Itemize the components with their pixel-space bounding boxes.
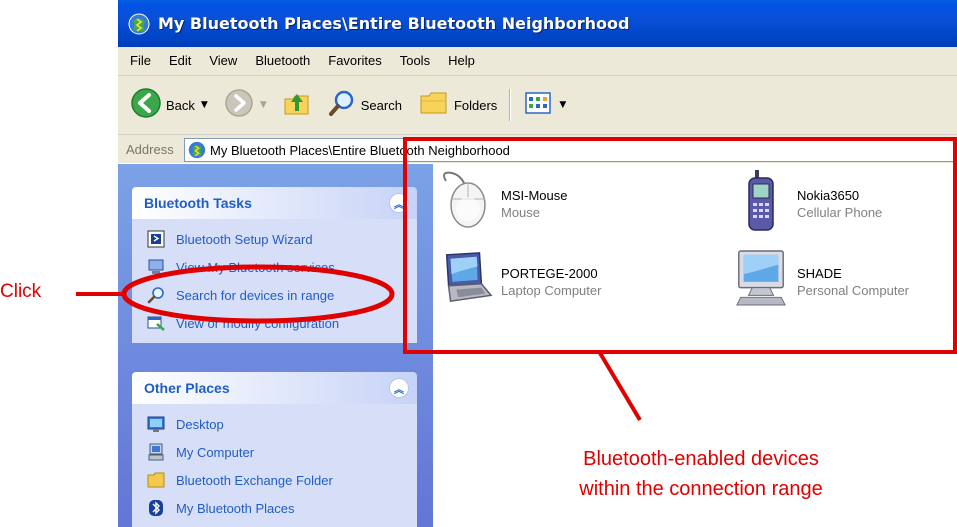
task-label: My Computer [176, 444, 255, 460]
other-places-header[interactable]: Other Places ︽ [132, 372, 417, 404]
forward-button[interactable]: ▼ [220, 85, 271, 125]
device-item[interactable]: SHADE Personal Computer [733, 246, 957, 316]
device-name: Nokia3650 [797, 188, 860, 203]
device-type: Mouse [501, 205, 541, 220]
mouse-icon [437, 168, 493, 232]
device-type: Personal Computer [797, 283, 909, 298]
menu-file[interactable]: File [118, 47, 160, 75]
back-arrow-icon [130, 87, 162, 123]
folder-icon [146, 470, 166, 490]
task-label: View or modify configuration [176, 315, 340, 331]
laptop-icon [437, 246, 493, 310]
device-item[interactable]: MSI-Mouse Mouse [437, 168, 677, 238]
task-view-modify-configuration[interactable]: View or modify configuration [132, 309, 417, 337]
place-my-bluetooth-places[interactable]: My Bluetooth Places [132, 494, 417, 522]
device-item[interactable]: Nokia3650 Cellular Phone [733, 168, 957, 238]
device-type: Laptop Computer [501, 283, 602, 298]
toolbar-separator [509, 89, 512, 121]
magnifier-icon [146, 285, 166, 305]
address-field[interactable]: My Bluetooth Places\Entire Bluetooth Nei… [184, 138, 957, 162]
place-bluetooth-exchange-folder[interactable]: Bluetooth Exchange Folder [132, 466, 417, 494]
menu-bluetooth[interactable]: Bluetooth [246, 47, 319, 75]
menu-edit[interactable]: Edit [160, 47, 200, 75]
task-label: Bluetooth Exchange Folder [176, 472, 333, 488]
device-name: MSI-Mouse [501, 188, 568, 203]
task-bluetooth-setup-wizard[interactable]: Bluetooth Setup Wizard [132, 225, 417, 253]
device-name: SHADE [797, 266, 842, 281]
window-title: My Bluetooth Places\Entire Bluetooth Nei… [158, 14, 630, 33]
bluetooth-tasks-header[interactable]: Bluetooth Tasks ︽ [132, 187, 417, 219]
bluetooth-tasks-list: Bluetooth Setup Wizard View My Bluetooth… [132, 219, 417, 343]
task-pane: Bluetooth Tasks ︽ Bluetooth Setup Wizard [118, 164, 433, 527]
views-icon [523, 89, 553, 121]
forward-dropdown-icon[interactable]: ▼ [260, 100, 267, 110]
address-bar: Address My Bluetooth Places\Entire Bluet… [118, 135, 957, 163]
folders-button[interactable]: Folders [414, 85, 501, 125]
bluetooth-icon [146, 498, 166, 518]
search-button[interactable]: Search [323, 85, 406, 125]
menu-bar: File Edit View Bluetooth Favorites Tools… [118, 47, 957, 76]
menu-help[interactable]: Help [439, 47, 484, 75]
back-button[interactable]: Back ▼ [126, 85, 212, 125]
task-label: Desktop [176, 416, 224, 432]
views-button[interactable]: ▼ [519, 85, 570, 125]
device-name: PORTEGE-2000 [501, 266, 598, 281]
caption-line-2: within the connection range [579, 478, 823, 500]
other-places-panel: Other Places ︽ Desktop My Computer Bluet… [132, 372, 417, 527]
task-view-bluetooth-services[interactable]: View My Bluetooth services [132, 253, 417, 281]
up-folder-button[interactable] [277, 85, 317, 125]
click-annotation-label: Click [0, 281, 42, 302]
back-dropdown-icon[interactable]: ▼ [201, 100, 208, 110]
my-computer-icon [146, 442, 166, 462]
search-label: Search [360, 97, 402, 113]
menu-tools[interactable]: Tools [391, 47, 439, 75]
forward-arrow-icon [224, 88, 254, 122]
task-label: My Bluetooth Places [176, 500, 295, 516]
desktop-icon [146, 414, 166, 434]
toolbar: Back ▼ ▼ Search Folders ▼ [118, 76, 957, 135]
folders-label: Folders [453, 97, 498, 113]
device-item[interactable]: PORTEGE-2000 Laptop Computer [437, 246, 677, 316]
bluetooth-tasks-panel: Bluetooth Tasks ︽ Bluetooth Setup Wizard [132, 187, 417, 343]
back-label: Back [166, 97, 195, 113]
collapse-chevron-icon[interactable]: ︽ [389, 193, 409, 213]
bluetooth-services-icon [146, 257, 166, 277]
task-search-for-devices[interactable]: Search for devices in range [132, 281, 417, 309]
menu-view[interactable]: View [200, 47, 246, 75]
title-bar[interactable]: My Bluetooth Places\Entire Bluetooth Nei… [118, 0, 957, 47]
bluetooth-tasks-title: Bluetooth Tasks [144, 195, 252, 211]
collapse-chevron-icon[interactable]: ︽ [389, 378, 409, 398]
other-places-title: Other Places [144, 380, 230, 396]
task-label: Search for devices in range [176, 287, 335, 303]
bluetooth-places-icon [188, 141, 206, 159]
address-value: My Bluetooth Places\Entire Bluetooth Nei… [210, 142, 510, 158]
setup-wizard-icon [146, 229, 166, 249]
desktop-computer-icon [733, 246, 789, 310]
up-folder-icon [281, 87, 313, 123]
task-label: Bluetooth Setup Wizard [176, 231, 313, 247]
bluetooth-places-icon [126, 11, 152, 37]
devices-annotation-caption: Bluetooth-enabled devices within the con… [506, 444, 896, 504]
caption-line-1: Bluetooth-enabled devices [583, 448, 819, 470]
place-desktop[interactable]: Desktop [132, 410, 417, 438]
task-label: View My Bluetooth services [176, 259, 335, 275]
device-type: Cellular Phone [797, 205, 883, 220]
cellphone-icon [733, 168, 789, 232]
configuration-icon [146, 313, 166, 333]
views-dropdown-icon[interactable]: ▼ [559, 100, 566, 110]
place-my-computer[interactable]: My Computer [132, 438, 417, 466]
menu-favorites[interactable]: Favorites [319, 47, 390, 75]
folders-icon [418, 88, 450, 122]
other-places-list: Desktop My Computer Bluetooth Exchange F… [132, 404, 417, 527]
search-icon [327, 88, 357, 122]
address-label: Address [126, 141, 174, 157]
